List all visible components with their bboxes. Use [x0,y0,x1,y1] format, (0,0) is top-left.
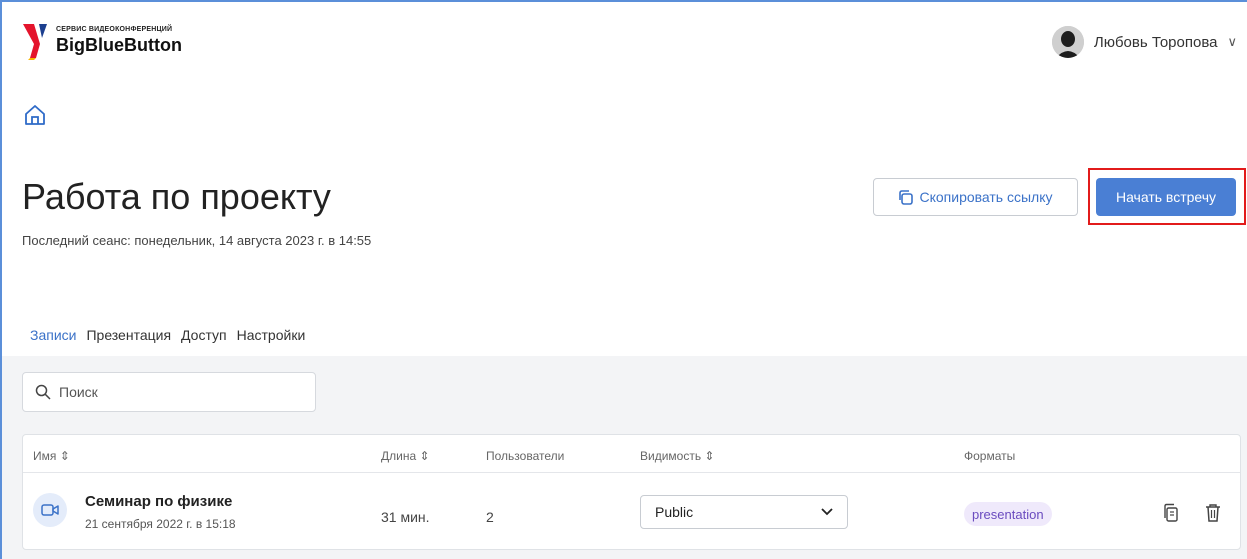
start-meeting-button[interactable]: Начать встречу [1096,178,1236,216]
logo-subtitle: СЕРВИС ВИДЕОКОНФЕРЕНЦИЙ [56,26,173,33]
copy-row-icon[interactable] [1162,503,1180,523]
recording-name[interactable]: Семинар по физике [85,493,232,510]
user-name: Любовь Торопова [1093,33,1218,51]
avatar-silhouette-icon [1051,26,1084,58]
recordings-table: Имя ⇕ Длина ⇕ Пользователи Видимость ⇕ Ф… [22,434,1241,550]
table-row: Семинар по физике 21 сентября 2022 г. в … [23,473,1240,550]
tab-access[interactable]: Доступ [181,327,227,343]
format-badge[interactable]: presentation [964,502,1052,526]
search-box[interactable] [22,372,316,412]
header: СЕРВИС ВИДЕОКОНФЕРЕНЦИЙ BigBlueButton Лю… [0,0,1247,72]
search-input[interactable] [59,384,299,400]
tabs: Записи Презентация Доступ Настройки [30,327,305,343]
avatar [1051,26,1084,58]
chevron-down-icon [821,508,833,516]
highlight-box: Начать встречу [1088,168,1246,225]
last-session-text: Последний сеанс: понедельник, 14 августа… [22,233,372,248]
page-title: Работа по проекту [22,176,331,217]
logo[interactable]: СЕРВИС ВИДЕОКОНФЕРЕНЦИЙ BigBlueButton [22,22,182,60]
user-menu[interactable]: Любовь Торопова ∨ [1051,26,1237,58]
visibility-select[interactable]: Public [640,495,848,529]
tab-settings[interactable]: Настройки [237,327,306,343]
column-length[interactable]: Длина ⇕ [381,449,430,463]
column-users: Пользователи [486,449,565,463]
column-visibility[interactable]: Видимость ⇕ [640,449,714,463]
video-icon [33,493,67,527]
column-formats: Форматы [964,449,1016,463]
tab-recordings[interactable]: Записи [30,327,76,343]
recording-date: 21 сентября 2022 г. в 15:18 [85,517,236,531]
recording-users: 2 [486,509,494,525]
logo-mark-icon [23,24,47,60]
column-name[interactable]: Имя ⇕ [33,449,70,463]
visibility-value: Public [655,504,694,520]
search-icon [35,384,51,400]
copy-link-label: Скопировать ссылку [919,189,1053,205]
chevron-down-icon: ∨ [1227,34,1237,49]
trash-icon[interactable] [1204,503,1222,523]
home-icon[interactable] [24,104,46,126]
recording-length: 31 мин. [381,509,430,525]
tab-presentation[interactable]: Презентация [86,327,171,343]
copy-icon [899,189,914,205]
logo-title: BigBlueButton [56,35,182,55]
copy-link-button[interactable]: Скопировать ссылку [873,178,1078,216]
table-header: Имя ⇕ Длина ⇕ Пользователи Видимость ⇕ Ф… [23,435,1240,473]
